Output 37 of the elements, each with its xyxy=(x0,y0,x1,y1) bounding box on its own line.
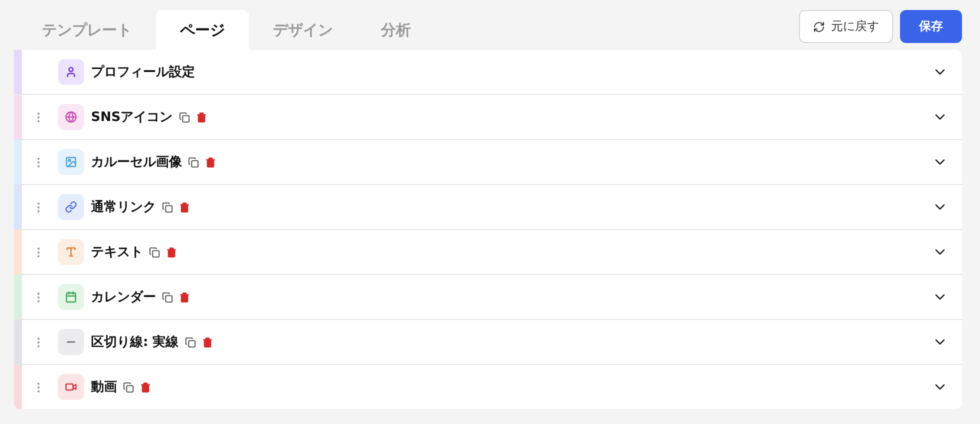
refresh-icon xyxy=(813,20,825,32)
block-title: SNSアイコン xyxy=(91,109,173,126)
calendar-block-icon xyxy=(58,284,84,310)
tab[interactable]: デザイン xyxy=(249,10,357,50)
copy-icon[interactable] xyxy=(184,336,196,348)
block-title: プロフィール設定 xyxy=(91,64,195,81)
copy-icon[interactable] xyxy=(123,382,134,392)
text-block-icon xyxy=(58,239,84,265)
profile-block-icon xyxy=(58,59,84,85)
sns-block-icon xyxy=(58,104,84,130)
save-button[interactable]: 保存 xyxy=(900,10,962,43)
copy-icon[interactable] xyxy=(178,112,190,122)
trash-icon[interactable] xyxy=(140,382,151,392)
video-block-icon xyxy=(58,374,84,400)
divider-block-icon xyxy=(58,329,84,355)
trash-icon[interactable] xyxy=(205,156,216,168)
trash-icon[interactable] xyxy=(179,202,190,212)
carousel-block-icon xyxy=(58,149,84,175)
block-title: 通常リンク xyxy=(91,199,156,216)
link-block-icon xyxy=(58,194,84,220)
block-title: カレンダー xyxy=(91,289,156,306)
copy-icon[interactable] xyxy=(162,292,173,302)
block-title: カルーセル画像 xyxy=(91,154,182,171)
block-title: 動画 xyxy=(91,379,117,396)
revert-button[interactable]: 元に戻す xyxy=(799,10,893,43)
tab[interactable]: ページ xyxy=(156,10,249,50)
trash-icon[interactable] xyxy=(166,246,177,258)
block-title: テキスト xyxy=(91,244,143,261)
copy-icon[interactable] xyxy=(162,202,173,212)
block-title: 区切り線: 実線 xyxy=(91,334,179,351)
copy-icon[interactable] xyxy=(149,246,160,258)
tab[interactable]: テンプレート xyxy=(18,10,156,50)
tab[interactable]: 分析 xyxy=(357,10,435,50)
trash-icon[interactable] xyxy=(179,292,190,302)
copy-icon[interactable] xyxy=(188,156,199,168)
trash-icon[interactable] xyxy=(196,112,207,122)
trash-icon[interactable] xyxy=(202,336,213,348)
